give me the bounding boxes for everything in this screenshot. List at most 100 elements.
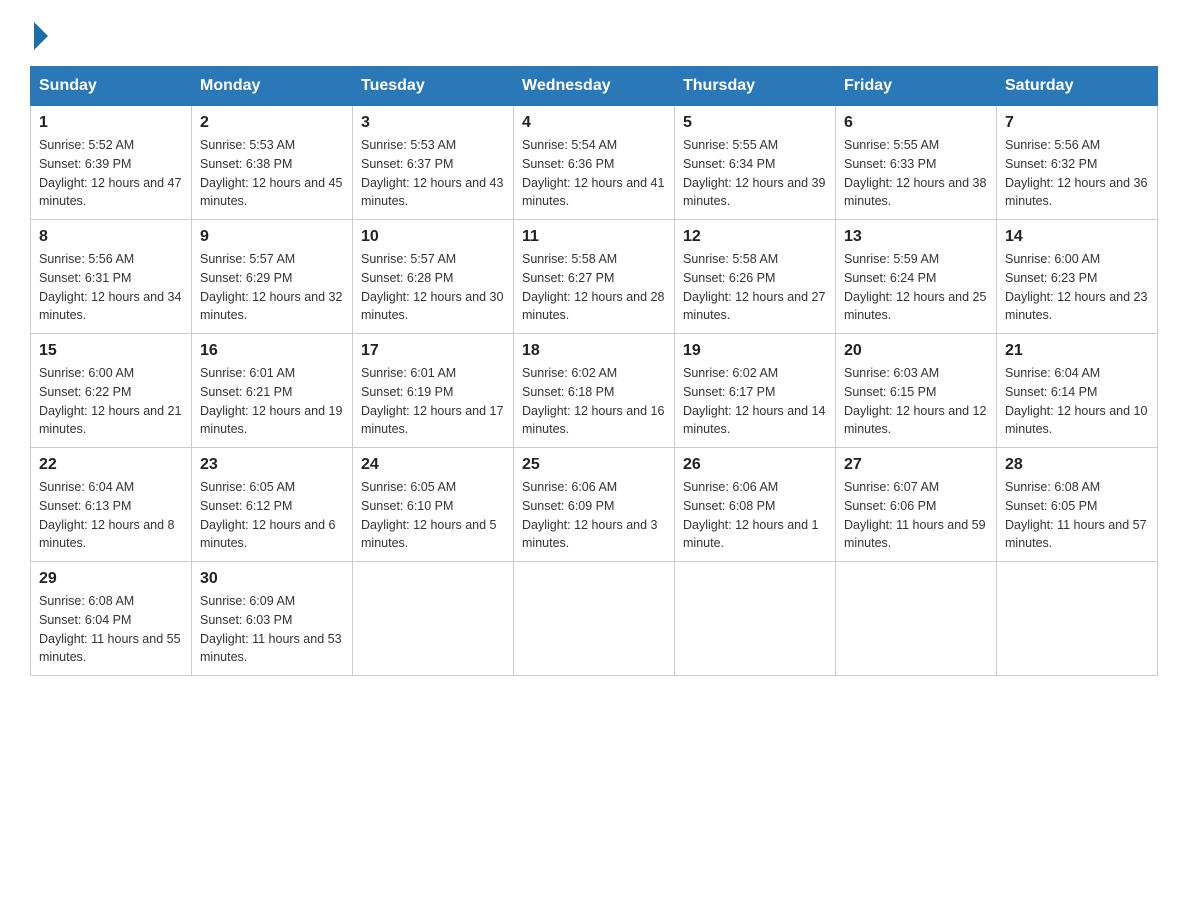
calendar-cell: 26 Sunrise: 6:06 AMSunset: 6:08 PMDayligh… (675, 448, 836, 562)
day-info: Sunrise: 6:05 AMSunset: 6:12 PMDaylight:… (200, 478, 344, 553)
day-info: Sunrise: 5:57 AMSunset: 6:29 PMDaylight:… (200, 250, 344, 325)
calendar-cell: 25Sunrise: 6:06 AMSunset: 6:09 PMDayligh… (514, 448, 675, 562)
logo (30, 20, 48, 46)
day-info: Sunrise: 6:01 AMSunset: 6:21 PMDaylight:… (200, 364, 344, 439)
day-number: 6 (844, 114, 988, 132)
day-number: 22 (39, 456, 183, 474)
day-info: Sunrise: 5:56 AMSunset: 6:31 PMDaylight:… (39, 250, 183, 325)
week-row-4: 22 Sunrise: 6:04 AMSunset: 6:13 PMDayligh… (31, 448, 1158, 562)
day-info: Sunrise: 5:55 AMSunset: 6:33 PMDaylight:… (844, 136, 988, 211)
weekday-header-sunday: Sunday (31, 67, 192, 106)
weekday-header-monday: Monday (192, 67, 353, 106)
day-info: Sunrise: 6:02 AMSunset: 6:17 PMDaylight:… (683, 364, 827, 439)
calendar-cell: 10 Sunrise: 5:57 AMSunset: 6:28 PMDayligh… (353, 220, 514, 334)
day-number: 29 (39, 570, 183, 588)
day-info: Sunrise: 5:56 AMSunset: 6:32 PMDaylight:… (1005, 136, 1149, 211)
day-number: 19 (683, 342, 827, 360)
day-info: Sunrise: 6:05 AMSunset: 6:10 PMDaylight:… (361, 478, 505, 553)
calendar-cell: 16 Sunrise: 6:01 AMSunset: 6:21 PMDayligh… (192, 334, 353, 448)
day-info: Sunrise: 6:06 AMSunset: 6:08 PMDaylight:… (683, 478, 827, 553)
calendar-cell: 15 Sunrise: 6:00 AMSunset: 6:22 PMDayligh… (31, 334, 192, 448)
day-info: Sunrise: 5:58 AMSunset: 6:26 PMDaylight:… (683, 250, 827, 325)
day-number: 5 (683, 114, 827, 132)
day-number: 18 (522, 342, 666, 360)
calendar-cell: 1 Sunrise: 5:52 AMSunset: 6:39 PMDaylight… (31, 106, 192, 220)
calendar-cell: 27Sunrise: 6:07 AMSunset: 6:06 PMDayligh… (836, 448, 997, 562)
calendar-cell: 14 Sunrise: 6:00 AMSunset: 6:23 PMDayligh… (997, 220, 1158, 334)
day-info: Sunrise: 5:54 AMSunset: 6:36 PMDaylight:… (522, 136, 666, 211)
calendar-cell: 17Sunrise: 6:01 AMSunset: 6:19 PMDayligh… (353, 334, 514, 448)
day-number: 4 (522, 114, 666, 132)
calendar-cell: 30 Sunrise: 6:09 AMSunset: 6:03 PMDayligh… (192, 562, 353, 676)
day-number: 7 (1005, 114, 1149, 132)
day-info: Sunrise: 5:53 AMSunset: 6:37 PMDaylight:… (361, 136, 505, 211)
calendar-cell: 18 Sunrise: 6:02 AMSunset: 6:18 PMDayligh… (514, 334, 675, 448)
calendar-table: SundayMondayTuesdayWednesdayThursdayFrid… (30, 66, 1158, 676)
week-row-2: 8 Sunrise: 5:56 AMSunset: 6:31 PMDaylight… (31, 220, 1158, 334)
day-info: Sunrise: 6:00 AMSunset: 6:23 PMDaylight:… (1005, 250, 1149, 325)
day-info: Sunrise: 6:04 AMSunset: 6:13 PMDaylight:… (39, 478, 183, 553)
day-info: Sunrise: 6:04 AMSunset: 6:14 PMDaylight:… (1005, 364, 1149, 439)
day-number: 12 (683, 228, 827, 246)
weekday-header-friday: Friday (836, 67, 997, 106)
day-info: Sunrise: 6:02 AMSunset: 6:18 PMDaylight:… (522, 364, 666, 439)
day-number: 21 (1005, 342, 1149, 360)
calendar-cell: 5 Sunrise: 5:55 AMSunset: 6:34 PMDaylight… (675, 106, 836, 220)
day-number: 8 (39, 228, 183, 246)
calendar-cell (514, 562, 675, 676)
calendar-cell: 20 Sunrise: 6:03 AMSunset: 6:15 PMDayligh… (836, 334, 997, 448)
calendar-cell: 12 Sunrise: 5:58 AMSunset: 6:26 PMDayligh… (675, 220, 836, 334)
day-number: 16 (200, 342, 344, 360)
day-number: 1 (39, 114, 183, 132)
day-number: 11 (522, 228, 666, 246)
day-number: 15 (39, 342, 183, 360)
day-number: 20 (844, 342, 988, 360)
calendar-cell: 2Sunrise: 5:53 AMSunset: 6:38 PMDaylight… (192, 106, 353, 220)
day-info: Sunrise: 5:59 AMSunset: 6:24 PMDaylight:… (844, 250, 988, 325)
day-info: Sunrise: 6:00 AMSunset: 6:22 PMDaylight:… (39, 364, 183, 439)
calendar-cell: 29 Sunrise: 6:08 AMSunset: 6:04 PMDayligh… (31, 562, 192, 676)
day-number: 23 (200, 456, 344, 474)
calendar-cell: 7 Sunrise: 5:56 AMSunset: 6:32 PMDaylight… (997, 106, 1158, 220)
weekday-header-saturday: Saturday (997, 67, 1158, 106)
day-info: Sunrise: 5:52 AMSunset: 6:39 PMDaylight:… (39, 136, 183, 211)
calendar-cell: 19 Sunrise: 6:02 AMSunset: 6:17 PMDayligh… (675, 334, 836, 448)
week-row-5: 29 Sunrise: 6:08 AMSunset: 6:04 PMDayligh… (31, 562, 1158, 676)
day-info: Sunrise: 6:01 AMSunset: 6:19 PMDaylight:… (361, 364, 505, 439)
calendar-cell (353, 562, 514, 676)
day-number: 30 (200, 570, 344, 588)
day-number: 26 (683, 456, 827, 474)
calendar-cell: 6 Sunrise: 5:55 AMSunset: 6:33 PMDaylight… (836, 106, 997, 220)
day-info: Sunrise: 5:57 AMSunset: 6:28 PMDaylight:… (361, 250, 505, 325)
day-info: Sunrise: 5:58 AMSunset: 6:27 PMDaylight:… (522, 250, 666, 325)
day-info: Sunrise: 6:09 AMSunset: 6:03 PMDaylight:… (200, 592, 344, 667)
weekday-header-wednesday: Wednesday (514, 67, 675, 106)
weekday-header-tuesday: Tuesday (353, 67, 514, 106)
day-number: 24 (361, 456, 505, 474)
logo-triangle-icon (34, 22, 48, 50)
weekday-header-thursday: Thursday (675, 67, 836, 106)
calendar-cell: 28 Sunrise: 6:08 AMSunset: 6:05 PMDayligh… (997, 448, 1158, 562)
calendar-cell: 22 Sunrise: 6:04 AMSunset: 6:13 PMDayligh… (31, 448, 192, 562)
day-number: 10 (361, 228, 505, 246)
day-info: Sunrise: 6:06 AMSunset: 6:09 PMDaylight:… (522, 478, 666, 553)
calendar-cell: 4 Sunrise: 5:54 AMSunset: 6:36 PMDaylight… (514, 106, 675, 220)
calendar-cell (836, 562, 997, 676)
calendar-cell (675, 562, 836, 676)
day-info: Sunrise: 6:08 AMSunset: 6:05 PMDaylight:… (1005, 478, 1149, 553)
day-number: 28 (1005, 456, 1149, 474)
calendar-cell: 9Sunrise: 5:57 AMSunset: 6:29 PMDaylight… (192, 220, 353, 334)
page-header (30, 20, 1158, 46)
day-number: 13 (844, 228, 988, 246)
weekday-header-row: SundayMondayTuesdayWednesdayThursdayFrid… (31, 67, 1158, 106)
day-info: Sunrise: 6:03 AMSunset: 6:15 PMDaylight:… (844, 364, 988, 439)
day-number: 14 (1005, 228, 1149, 246)
week-row-3: 15 Sunrise: 6:00 AMSunset: 6:22 PMDayligh… (31, 334, 1158, 448)
day-number: 2 (200, 114, 344, 132)
calendar-cell (997, 562, 1158, 676)
calendar-cell: 24 Sunrise: 6:05 AMSunset: 6:10 PMDayligh… (353, 448, 514, 562)
calendar-cell: 11 Sunrise: 5:58 AMSunset: 6:27 PMDayligh… (514, 220, 675, 334)
calendar-cell: 13 Sunrise: 5:59 AMSunset: 6:24 PMDayligh… (836, 220, 997, 334)
day-info: Sunrise: 5:55 AMSunset: 6:34 PMDaylight:… (683, 136, 827, 211)
day-info: Sunrise: 6:08 AMSunset: 6:04 PMDaylight:… (39, 592, 183, 667)
